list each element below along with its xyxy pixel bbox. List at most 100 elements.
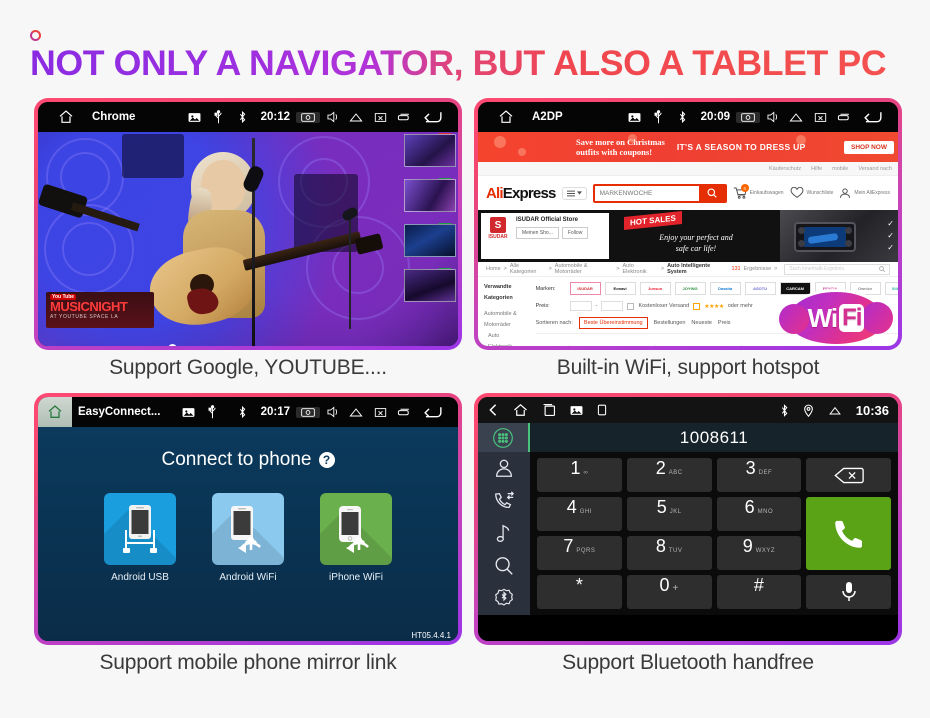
recents-icon[interactable]	[542, 403, 556, 417]
key-5-sub: JKL	[669, 509, 682, 515]
second-mic-stand	[348, 219, 351, 330]
brand-chip-2[interactable]: Junsun	[639, 282, 671, 295]
tile-android-wifi[interactable]: Android WiFi	[212, 493, 284, 583]
sidebar-item-0[interactable]: Automobile & Motorräder	[484, 309, 523, 331]
android-status-bar: Chrome 20:12	[38, 102, 458, 132]
search-button[interactable]	[698, 185, 725, 201]
screenshot-icon[interactable]	[296, 406, 320, 418]
breadcrumb-item-3[interactable]: Auto Elektronik	[622, 263, 657, 275]
window-close-icon[interactable]	[368, 407, 392, 418]
christmas-promo-banner[interactable]: Save more on Christmas outfits with coup…	[478, 132, 898, 162]
brand-chip-9[interactable]: Silkabjin	[884, 282, 898, 295]
price-max-input[interactable]	[601, 301, 624, 311]
cam-thumb-3[interactable]	[404, 224, 456, 257]
sort-option-best-match[interactable]: Beste Übereinstimmung	[578, 317, 648, 329]
rating-checkbox[interactable]	[693, 302, 701, 310]
eject-icon[interactable]	[344, 407, 368, 418]
account-button[interactable]: Mein AliExpress	[839, 187, 890, 199]
back-icon[interactable]	[487, 403, 499, 417]
brand-chip-4[interactable]: Dasaita	[709, 282, 741, 295]
window-close-icon[interactable]	[368, 112, 392, 123]
topnav-item-3[interactable]: Versand nach	[858, 166, 892, 172]
store-logo-mark: S	[490, 217, 506, 233]
key-5[interactable]: 5 JKL	[626, 497, 712, 531]
tile-android-usb[interactable]: Android USB	[104, 493, 176, 583]
price-min-input[interactable]	[569, 301, 592, 311]
category-menu-button[interactable]	[561, 186, 587, 200]
brand-chip-5[interactable]: ASOTU	[744, 282, 776, 295]
refine-search-input[interactable]: Such innerhalb Ergebnis.	[784, 263, 890, 275]
key-7[interactable]: 7 PQRS	[537, 536, 622, 570]
key-2[interactable]: 2 ABC	[626, 458, 712, 492]
sidebar-item-contacts[interactable]	[478, 452, 530, 485]
eject-icon[interactable]	[784, 112, 808, 123]
cart-button[interactable]: 4 Einkaufswagen	[733, 184, 784, 199]
sidebar-item-bluetooth-settings[interactable]	[478, 582, 530, 615]
help-icon[interactable]: ?	[318, 452, 335, 468]
key-6[interactable]: 6 MNO	[716, 497, 802, 531]
recent-apps-icon[interactable]	[392, 407, 416, 417]
brand-chip-0[interactable]: ISUDAR	[569, 282, 601, 295]
home-icon[interactable]	[486, 109, 526, 125]
screenshot-icon[interactable]	[736, 111, 760, 123]
volume-icon[interactable]	[320, 111, 344, 123]
breadcrumb-item-2[interactable]: Automobile & Motorräder	[555, 263, 613, 275]
home-icon[interactable]	[513, 403, 528, 417]
video-player[interactable]: You Tube MUSICNIGHT AT YOUTUBE SPACE LA	[38, 132, 458, 346]
topnav-item-0[interactable]: Käuferschutz	[769, 166, 801, 172]
video-overlay-badge: You Tube MUSICNIGHT AT YOUTUBE SPACE LA	[46, 292, 154, 328]
home-icon[interactable]	[46, 109, 86, 125]
key-4[interactable]: 4 GHI	[537, 497, 622, 531]
recent-apps-icon[interactable]	[832, 112, 856, 122]
key-8[interactable]: 8 TUV	[626, 536, 712, 570]
brand-chip-3[interactable]: JOYING	[674, 282, 706, 295]
sort-option-price[interactable]: Preis	[718, 320, 731, 326]
volume-icon[interactable]	[760, 111, 784, 123]
voice-dial-button[interactable]	[806, 575, 891, 609]
shop-now-button[interactable]: SHOP NOW	[844, 140, 894, 154]
recent-apps-icon[interactable]	[392, 112, 416, 122]
aliexpress-logo[interactable]: AliExpress	[486, 185, 556, 202]
sidebar-item-1[interactable]: Auto Elektronik	[484, 331, 523, 346]
key-3-digit: 3	[745, 458, 756, 478]
backspace-button[interactable]	[806, 458, 891, 492]
sidebar-item-music[interactable]	[478, 517, 530, 550]
key-3[interactable]: 3 DEF	[716, 458, 802, 492]
search-bar[interactable]	[592, 183, 727, 203]
free-shipping-checkbox[interactable]	[627, 302, 635, 310]
follow-store-button[interactable]: Follow	[561, 227, 589, 239]
screenshot-icon[interactable]	[296, 111, 320, 123]
key-0[interactable]: 0 +	[626, 575, 712, 609]
cam-thumb-4[interactable]	[404, 269, 456, 302]
search-input[interactable]	[594, 185, 699, 201]
back-icon[interactable]	[416, 109, 450, 125]
breadcrumb-item-1[interactable]: Alle Kategorien	[510, 263, 546, 275]
store-banner[interactable]: S ISUDAR ISUDAR Official Store Meinen Sh…	[478, 210, 898, 262]
breadcrumb-item-0[interactable]: Home	[486, 266, 501, 272]
easyconnect-app-icon[interactable]	[38, 397, 72, 427]
sort-option-orders[interactable]: Bestellungen	[654, 320, 686, 326]
window-close-icon[interactable]	[808, 112, 832, 123]
key-star[interactable]: *	[537, 575, 622, 609]
cam-thumb-2[interactable]	[404, 179, 456, 212]
key-1[interactable]: 1 ∞	[537, 458, 622, 492]
sidebar-item-dialpad[interactable]	[478, 423, 530, 452]
sidebar-item-call-history[interactable]	[478, 485, 530, 518]
eject-icon[interactable]	[344, 112, 368, 123]
cam-thumb-1[interactable]	[404, 134, 456, 167]
visit-store-button[interactable]: Meinen Sho...	[516, 227, 559, 239]
back-icon[interactable]	[856, 109, 890, 125]
key-hash[interactable]: #	[716, 575, 802, 609]
topnav-item-2[interactable]: mobile	[832, 166, 848, 172]
volume-icon[interactable]	[320, 406, 344, 418]
topnav-item-1[interactable]: Hilfe	[811, 166, 822, 172]
sort-option-newest[interactable]: Neueste	[691, 320, 712, 326]
back-icon[interactable]	[416, 404, 450, 420]
sidebar-item-search[interactable]	[478, 550, 530, 583]
brand-chip-1[interactable]: Eonavi	[604, 282, 636, 295]
wishlist-button[interactable]: Wunschliste	[790, 187, 833, 199]
call-button[interactable]	[806, 497, 891, 570]
key-9[interactable]: 9 WXYZ	[716, 536, 802, 570]
dialed-number[interactable]: 1008611	[530, 423, 898, 452]
tile-iphone-wifi[interactable]: iPhone WiFi	[320, 493, 392, 583]
